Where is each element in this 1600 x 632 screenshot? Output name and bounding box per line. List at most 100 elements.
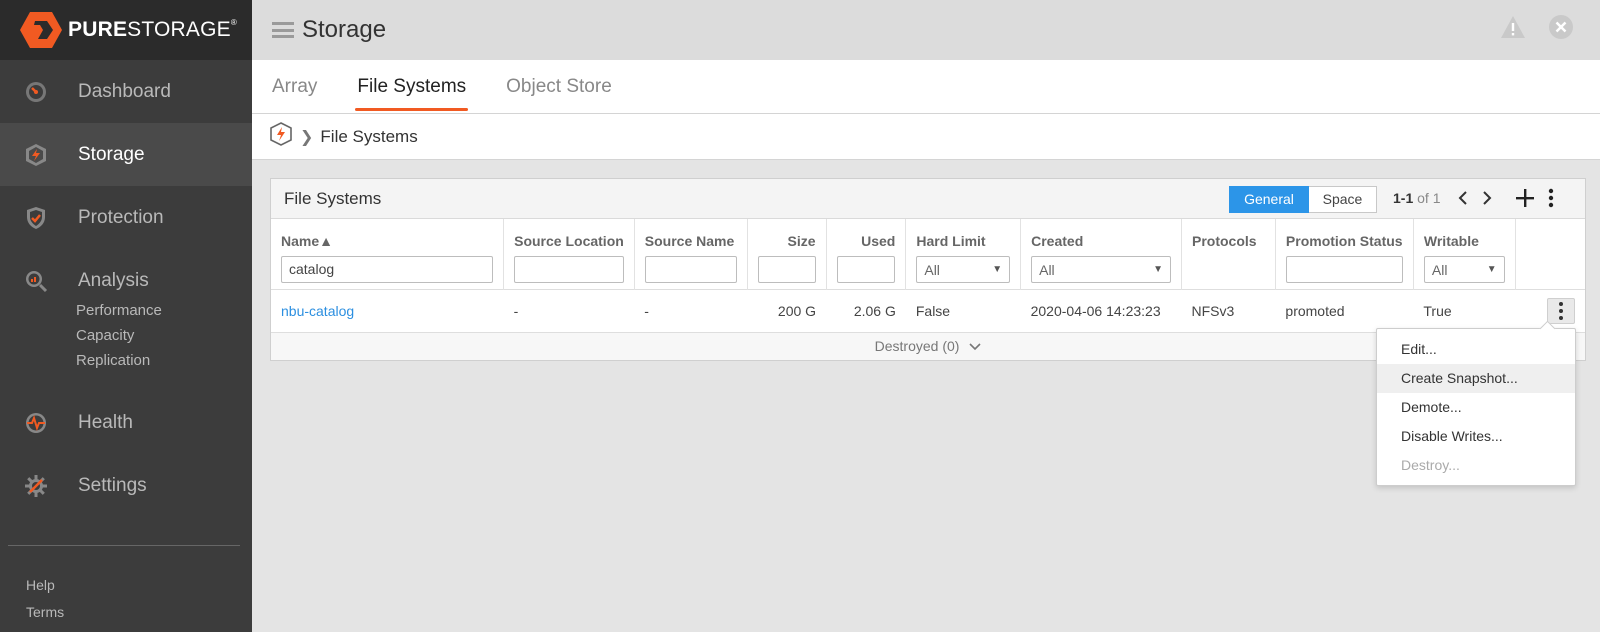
- source-name-filter-input[interactable]: [644, 256, 737, 283]
- caret-down-icon: ▼: [1486, 264, 1497, 275]
- file-systems-table: Name▲ catalog Source Location Source Nam…: [271, 219, 1585, 332]
- help-link[interactable]: Help: [26, 572, 64, 599]
- nav-storage[interactable]: Storage: [0, 123, 252, 186]
- col-protocols[interactable]: Protocols: [1181, 219, 1276, 290]
- nav-label: Analysis: [78, 269, 149, 291]
- menu-destroy[interactable]: Destroy...: [1377, 451, 1575, 480]
- menu-edit[interactable]: Edit...: [1377, 335, 1575, 364]
- col-promotion-status[interactable]: Promotion Status: [1275, 219, 1414, 290]
- storage-bolt-icon: [24, 143, 48, 167]
- view-general-button[interactable]: General: [1229, 186, 1309, 213]
- breadcrumb-chevron-icon: ❯: [300, 128, 314, 146]
- file-system-name-link[interactable]: nbu-catalog: [281, 303, 354, 319]
- menu-demote[interactable]: Demote...: [1377, 393, 1575, 422]
- used-filter-input[interactable]: [836, 256, 896, 283]
- nav-label: Dashboard: [78, 80, 171, 102]
- col-created[interactable]: Created All ▼: [1020, 219, 1182, 290]
- pager-text: 1-1 of 1: [1393, 190, 1440, 206]
- chevron-down-icon: [969, 342, 981, 350]
- pager-range: 1-1: [1393, 190, 1414, 206]
- sidebar: PURESTORAGE® Dashboard Storage Protectio…: [0, 0, 252, 632]
- breadcrumb: ❯ File Systems: [252, 114, 1600, 160]
- breadcrumb-current: File Systems: [320, 126, 418, 146]
- settings-gear-icon: [24, 474, 48, 498]
- table-header-row: Name▲ catalog Source Location Source Nam…: [271, 219, 1585, 290]
- cell-protocols: NFSv3: [1191, 302, 1235, 319]
- cell-source-name: -: [644, 302, 649, 319]
- shield-check-icon: [24, 206, 48, 230]
- analysis-subnav: Performance Capacity Replication: [0, 298, 252, 373]
- brand-name: PURESTORAGE®: [68, 18, 237, 41]
- tab-object-store[interactable]: Object Store: [506, 60, 612, 113]
- nav-label: Protection: [78, 206, 164, 228]
- sidebar-footer: Help Terms: [26, 572, 64, 626]
- cell-writable: True: [1423, 302, 1452, 319]
- panel-title: File Systems: [284, 188, 382, 208]
- sidebar-divider: [8, 545, 240, 546]
- terms-link[interactable]: Terms: [26, 599, 64, 626]
- dashboard-gauge-icon: [24, 80, 48, 104]
- storage-tabs: Array File Systems Object Store: [252, 60, 1600, 114]
- prev-page-icon[interactable]: [1453, 187, 1473, 209]
- next-page-icon[interactable]: [1477, 187, 1497, 209]
- tab-array[interactable]: Array: [272, 60, 317, 113]
- cell-source-location: -: [513, 302, 519, 319]
- health-pulse-icon: [24, 411, 48, 435]
- panel-more-icon[interactable]: [1541, 187, 1561, 209]
- subnav-capacity[interactable]: Capacity: [76, 323, 252, 348]
- nav-label: Settings: [78, 474, 147, 496]
- hard-limit-filter-select[interactable]: All ▼: [916, 256, 1011, 283]
- col-used[interactable]: Used: [826, 219, 907, 290]
- close-circle-icon[interactable]: [1548, 14, 1574, 40]
- destroyed-label: Destroyed (0): [874, 337, 960, 354]
- col-size[interactable]: Size: [747, 219, 827, 290]
- cell-hard-limit: False: [915, 302, 951, 319]
- page-title: Storage: [302, 16, 387, 43]
- array-home-icon[interactable]: [270, 122, 292, 151]
- panel-header: File Systems General Space 1-1 of 1: [271, 179, 1585, 219]
- nav-protection[interactable]: Protection: [0, 186, 252, 249]
- caret-down-icon: ▼: [992, 264, 1003, 275]
- size-filter-input[interactable]: [757, 256, 816, 283]
- created-filter-select[interactable]: All ▼: [1031, 256, 1171, 283]
- menu-disable-writes[interactable]: Disable Writes...: [1377, 422, 1575, 451]
- nav-dashboard[interactable]: Dashboard: [0, 60, 252, 123]
- source-location-filter-input[interactable]: [514, 256, 624, 283]
- menu-create-snapshot[interactable]: Create Snapshot...: [1377, 364, 1575, 393]
- view-space-button[interactable]: Space: [1309, 186, 1377, 213]
- header-icons: [1500, 14, 1574, 40]
- col-source-name[interactable]: Source Name: [634, 219, 748, 290]
- menu-toggle-icon[interactable]: [272, 22, 294, 38]
- cell-used: 2.06 G: [853, 302, 896, 319]
- col-source-location[interactable]: Source Location: [503, 219, 635, 290]
- view-toggle: General Space: [1229, 186, 1377, 213]
- nav-settings[interactable]: Settings: [0, 454, 252, 517]
- add-plus-icon[interactable]: [1515, 187, 1535, 209]
- logo[interactable]: PURESTORAGE®: [0, 0, 252, 60]
- analysis-magnifier-icon: [24, 269, 48, 293]
- name-filter-input[interactable]: catalog: [281, 256, 494, 283]
- pure-storage-logo-icon: [20, 12, 62, 48]
- nav-label: Health: [78, 411, 133, 433]
- promotion-status-filter-input[interactable]: [1285, 256, 1403, 283]
- cell-size: 200 G: [777, 302, 817, 319]
- nav-health[interactable]: Health: [0, 391, 252, 454]
- subnav-performance[interactable]: Performance: [76, 298, 252, 323]
- table-row[interactable]: nbu-catalog - - 200 G 2.06 G False 2020-…: [271, 290, 1585, 332]
- writable-filter-select[interactable]: All ▼: [1423, 256, 1505, 283]
- col-actions: [1515, 219, 1585, 290]
- cell-created: 2020-04-06 14:23:23: [1030, 302, 1161, 319]
- tab-file-systems[interactable]: File Systems: [355, 60, 468, 113]
- col-name[interactable]: Name▲ catalog: [271, 219, 505, 290]
- col-writable[interactable]: Writable All ▼: [1413, 219, 1516, 290]
- page-header: Storage: [252, 0, 1600, 60]
- row-actions-menu: Edit... Create Snapshot... Demote... Dis…: [1376, 328, 1576, 486]
- pager-total: of 1: [1417, 190, 1441, 206]
- row-actions-kebab-icon[interactable]: [1547, 297, 1575, 324]
- cell-promotion-status: promoted: [1285, 302, 1345, 319]
- nav-label: Storage: [78, 143, 145, 165]
- col-hard-limit[interactable]: Hard Limit All ▼: [905, 219, 1022, 290]
- caret-down-icon: ▼: [1153, 264, 1163, 275]
- alert-warning-icon[interactable]: [1500, 14, 1526, 40]
- subnav-replication[interactable]: Replication: [76, 348, 252, 373]
